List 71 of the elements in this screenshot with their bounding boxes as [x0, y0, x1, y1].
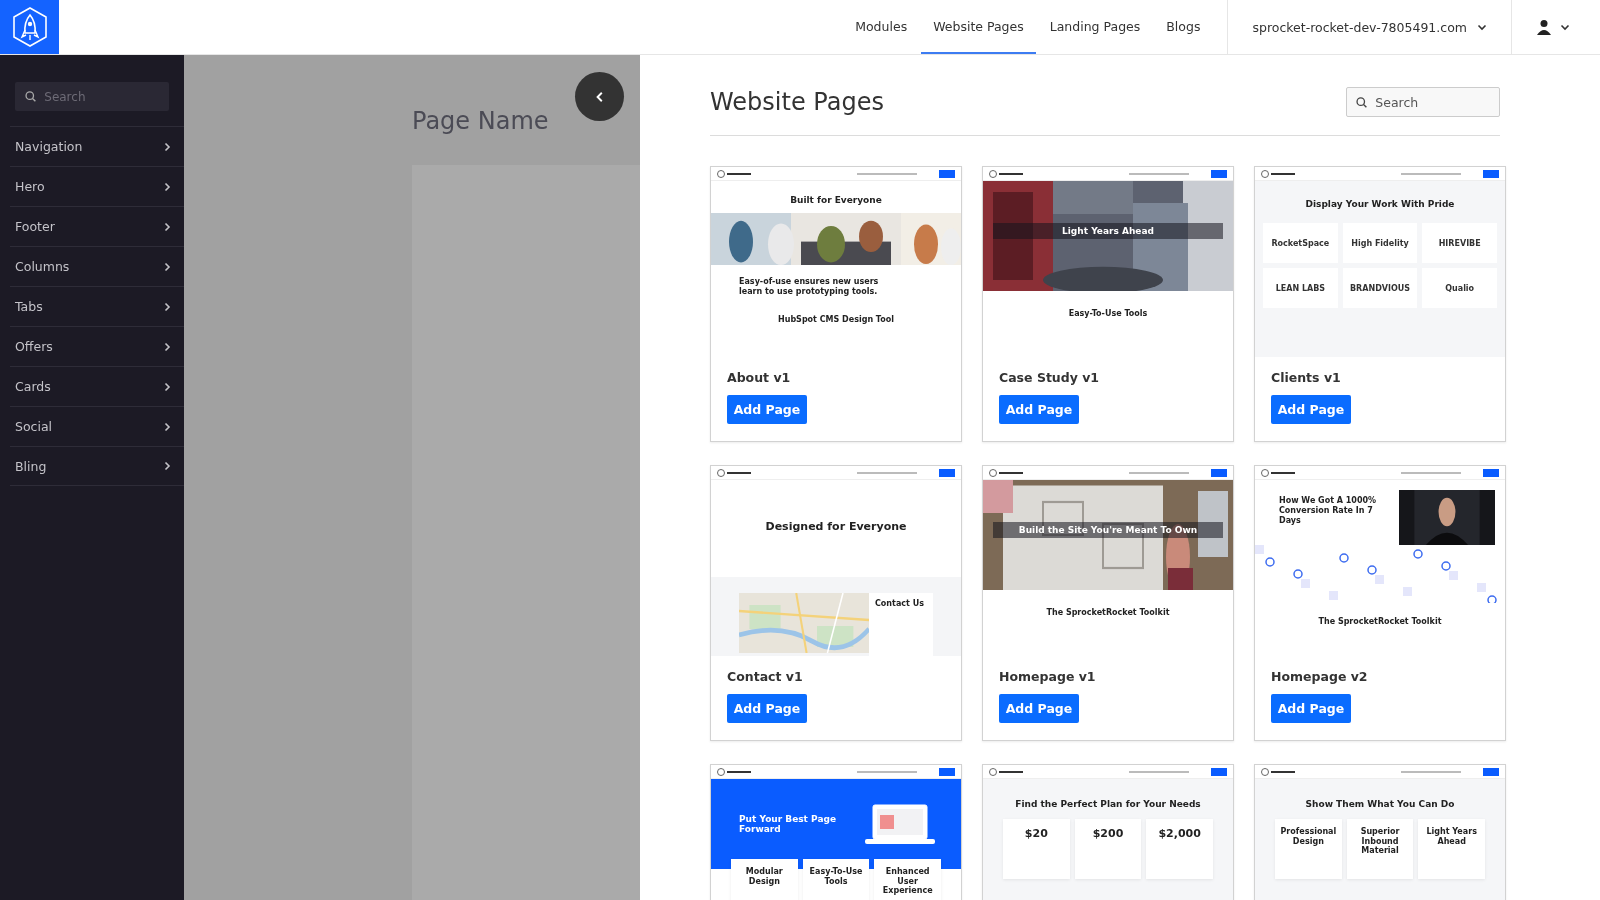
template-name: Contact v1 — [727, 669, 804, 684]
preview-subheading: Easy-of-use ensures new users learn to use prototyping tools. — [739, 277, 879, 297]
preview-heading: Designed for Everyone — [764, 520, 908, 533]
user-icon — [1536, 19, 1552, 35]
chevron-icon — [1560, 22, 1570, 32]
template-name: Case Study v1 — [999, 370, 1101, 385]
chevron-icon — [162, 381, 172, 392]
nav-tab[interactable]: Modules — [843, 0, 920, 54]
module-category[interactable]: Bling — [10, 446, 184, 486]
collapse-button[interactable] — [575, 72, 624, 121]
chevron-icon — [162, 181, 172, 192]
chevron-icon — [162, 141, 172, 152]
add-page-button[interactable]: Add Page — [999, 395, 1079, 424]
template-name: Clients v1 — [1271, 370, 1342, 385]
search-box[interactable]: Search — [15, 82, 169, 111]
add-page-button[interactable]: Add Page — [1271, 395, 1351, 424]
preview-heading: Built for Everyone — [789, 195, 883, 205]
add-page-button[interactable]: Add Page — [999, 694, 1079, 723]
preview-footer-heading: Easy-To-Use Tools — [1067, 309, 1149, 318]
mini-card-title: $200 — [1092, 827, 1124, 841]
nav-tab[interactable]: Landing Pages — [1037, 0, 1153, 54]
chevron-icon — [162, 301, 172, 312]
search-icon — [1356, 95, 1368, 109]
nav-tab[interactable]: Website Pages — [921, 0, 1036, 54]
section-title: Website Pages — [710, 88, 884, 116]
search-icon — [25, 90, 37, 103]
chevron-icon — [162, 421, 172, 432]
mini-card-title: $2,000 — [1158, 827, 1201, 841]
chevron-icon — [162, 221, 172, 232]
chevron-icon — [1477, 22, 1487, 32]
client-logo: RocketSpace — [1263, 223, 1338, 263]
template-name: About v1 — [727, 370, 792, 385]
preview-footer-heading: Contact Us — [875, 599, 925, 609]
client-logo: Qualio — [1422, 268, 1497, 308]
preview-heading: Find the Perfect Plan for Your Needs — [1014, 799, 1202, 809]
rocket-logo[interactable] — [0, 0, 59, 54]
feature-title: Enhanced User Experience — [881, 867, 934, 896]
preview-heading: How We Got A 1000% Conversion Rate In 7 Days — [1279, 496, 1378, 526]
feature-title: Easy-To-Use Tools — [808, 867, 864, 887]
page-name: Page Name — [412, 107, 550, 137]
nav-tab[interactable]: Blogs — [1154, 0, 1213, 54]
client-logo: High Fidelity — [1342, 223, 1418, 263]
chevron-icon — [162, 461, 172, 471]
domain-dropdown[interactable]: sprocket-rocket-dev-7805491.com — [1227, 0, 1512, 54]
client-logo: HIREVIBE — [1422, 223, 1497, 263]
preview-heading: Put Your Best Page Forward — [739, 814, 838, 834]
chevron-icon — [162, 341, 172, 352]
add-page-button[interactable]: Add Page — [1271, 694, 1351, 723]
client-logo: LEAN LABS — [1263, 268, 1338, 308]
chevron-icon — [162, 261, 172, 272]
mini-card-title: Professional Design — [1279, 827, 1338, 847]
template-name: Homepage v1 — [999, 669, 1097, 684]
mini-card-title: Light Years Ahead — [1425, 827, 1478, 847]
search-field[interactable]: Search — [42, 88, 159, 105]
laptop-drawing — [865, 803, 935, 845]
preview-heading: Display Your Work With Pride — [1304, 199, 1456, 209]
add-page-button[interactable]: Add Page — [727, 395, 807, 424]
feature-title: Modular Design — [744, 867, 784, 887]
add-page-button[interactable]: Add Page — [727, 694, 807, 723]
preview-footer-heading: HubSpot CMS Design Tool — [777, 315, 895, 324]
preview-heading: Build the Site You're Meant To Own — [1017, 524, 1199, 535]
preview-footer-heading: The SprocketRocket Toolkit — [1317, 617, 1443, 626]
search-box[interactable]: Search — [1346, 87, 1500, 117]
mini-card-title: $20 — [1024, 827, 1048, 841]
search-field[interactable]: Search — [1373, 93, 1490, 111]
preview-heading: Light Years Ahead — [1061, 225, 1155, 236]
mini-card-title: Superior Inbound Material — [1359, 827, 1401, 856]
client-logo: BRANDVIOUS — [1342, 268, 1418, 308]
preview-heading: Show Them What You Can Do — [1304, 799, 1456, 809]
template-name: Homepage v2 — [1271, 669, 1369, 684]
preview-footer-heading: The SprocketRocket Toolkit — [1045, 608, 1171, 617]
